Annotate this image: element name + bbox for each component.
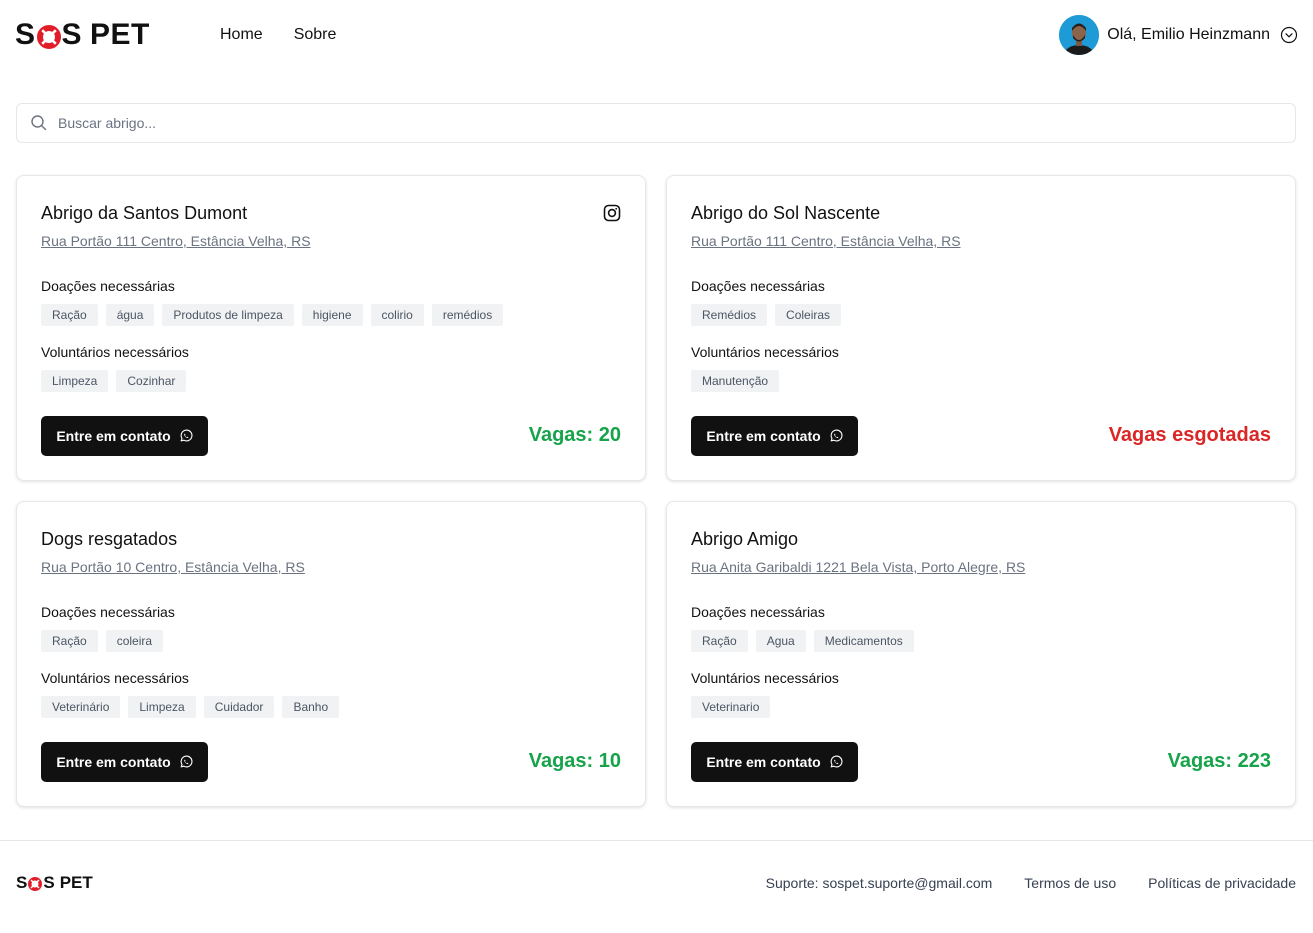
vagas-status: Vagas: 20: [528, 424, 621, 446]
volunteer-tag: Limpeza: [128, 696, 196, 718]
volunteer-tag: Veterinário: [41, 696, 121, 718]
main-nav: Home Sobre: [220, 25, 336, 45]
volunteer-tag: Cuidador: [203, 696, 275, 718]
donation-tag: remédios: [431, 304, 504, 326]
whatsapp-icon: [180, 429, 193, 442]
volunteer-tag: Manutenção: [691, 370, 780, 392]
donation-tag: água: [105, 304, 155, 326]
contact-button-label: Entre em contato: [706, 754, 821, 770]
logo-letter-s1: S: [16, 873, 28, 892]
volunteer-tag: Veterinario: [691, 696, 771, 718]
logo-letter-s1: S: [15, 18, 36, 51]
contact-button-label: Entre em contato: [56, 428, 171, 444]
footer-divider: [0, 840, 1313, 841]
volunteers-tags: Veterinário Limpeza Cuidador Banho: [41, 696, 340, 718]
footer-logo[interactable]: S S PET: [16, 873, 93, 893]
volunteer-tag: Banho: [282, 696, 340, 718]
donation-tag: coleira: [105, 630, 164, 652]
contact-button-label: Entre em contato: [56, 754, 171, 770]
donations-label: Doações necessárias: [41, 604, 175, 620]
shelter-name: Dogs resgatados: [41, 529, 178, 549]
donation-tag: Produtos de limpeza: [162, 304, 294, 326]
footer-privacy-link[interactable]: Políticas de privacidade: [1148, 875, 1296, 891]
vagas-status: Vagas: 223: [1167, 750, 1271, 772]
shelter-address[interactable]: Rua Portão 111 Centro, Estância Velha, R…: [41, 233, 311, 249]
lifebuoy-icon: [36, 23, 61, 49]
volunteer-tag: Limpeza: [41, 370, 109, 392]
vagas-status: Vagas: 10: [528, 750, 621, 772]
search-bar: [16, 103, 1296, 143]
vagas-status: Vagas esgotadas: [1108, 424, 1271, 446]
user-menu[interactable]: Olá, Emilio Heinzmann: [1059, 15, 1298, 55]
donation-tag: Ração: [691, 630, 748, 652]
shelter-address[interactable]: Rua Anita Garibaldi 1221 Bela Vista, Por…: [691, 559, 1025, 575]
contact-button[interactable]: Entre em contato: [41, 742, 208, 782]
header: S S PET Home Sobre Olá, Emilio Heinzmann: [0, 0, 1313, 70]
contact-button-label: Entre em contato: [706, 428, 821, 444]
shelter-name: Abrigo do Sol Nascente: [691, 203, 881, 223]
donation-tag: Ração: [41, 630, 98, 652]
footer-links: Suporte: sospet.suporte@gmail.com Termos…: [766, 875, 1296, 891]
logo-letter-s2: S: [43, 873, 55, 892]
donations-tags: Remédios Coleiras: [691, 304, 842, 326]
shelter-card: Abrigo do Sol Nascente Rua Portão 111 Ce…: [666, 175, 1296, 481]
logo-word: PET: [90, 18, 150, 51]
shelter-card: Abrigo da Santos Dumont Rua Portão 111 C…: [16, 175, 646, 481]
donation-tag: Agua: [755, 630, 806, 652]
donations-tags: Ração Agua Medicamentos: [691, 630, 914, 652]
footer-support-link[interactable]: Suporte: sospet.suporte@gmail.com: [766, 875, 993, 891]
lifebuoy-icon: [28, 876, 43, 891]
footer-terms-link[interactable]: Termos de uso: [1024, 875, 1116, 891]
donations-label: Doações necessárias: [691, 278, 825, 294]
shelter-card: Abrigo Amigo Rua Anita Garibaldi 1221 Be…: [666, 501, 1296, 807]
contact-button[interactable]: Entre em contato: [691, 742, 858, 782]
donations-label: Doações necessárias: [41, 278, 175, 294]
contact-button[interactable]: Entre em contato: [691, 416, 858, 456]
shelter-address[interactable]: Rua Portão 111 Centro, Estância Velha, R…: [691, 233, 961, 249]
volunteers-label: Voluntários necessários: [41, 670, 189, 686]
logo-letter-s2: S: [61, 18, 83, 51]
donation-tag: colirio: [370, 304, 424, 326]
volunteers-tags: Limpeza Cozinhar: [41, 370, 187, 392]
whatsapp-icon: [180, 755, 193, 768]
donations-tags: Ração coleira: [41, 630, 164, 652]
volunteers-tags: Veterinario: [691, 696, 771, 718]
search-input[interactable]: [58, 115, 1295, 131]
logo-word: PET: [59, 873, 93, 892]
search-icon: [31, 115, 47, 131]
donation-tag: Remédios: [691, 304, 768, 326]
donation-tag: Medicamentos: [813, 630, 914, 652]
donation-tag: higiene: [301, 304, 363, 326]
shelter-name: Abrigo da Santos Dumont: [41, 203, 248, 223]
shelter-card: Dogs resgatados Rua Portão 10 Centro, Es…: [16, 501, 646, 807]
instagram-icon[interactable]: [603, 204, 621, 222]
volunteers-label: Voluntários necessários: [691, 670, 839, 686]
contact-button[interactable]: Entre em contato: [41, 416, 208, 456]
volunteers-label: Voluntários necessários: [691, 344, 839, 360]
donations-label: Doações necessárias: [691, 604, 825, 620]
volunteers-tags: Manutenção: [691, 370, 780, 392]
volunteer-tag: Cozinhar: [116, 370, 187, 392]
donations-tags: Ração água Produtos de limpeza higiene c…: [41, 304, 504, 326]
donation-tag: Coleiras: [775, 304, 842, 326]
nav-home[interactable]: Home: [220, 25, 263, 45]
shelter-name: Abrigo Amigo: [691, 529, 799, 549]
shelter-address[interactable]: Rua Portão 10 Centro, Estância Velha, RS: [41, 559, 305, 575]
sos-pet-logo[interactable]: S S PET: [15, 18, 150, 52]
whatsapp-icon: [830, 429, 843, 442]
user-greeting: Olá, Emilio Heinzmann: [1107, 26, 1270, 43]
nav-about[interactable]: Sobre: [294, 25, 337, 45]
chevron-down-icon[interactable]: [1280, 26, 1298, 44]
donation-tag: Ração: [41, 304, 98, 326]
volunteers-label: Voluntários necessários: [41, 344, 189, 360]
whatsapp-icon: [830, 755, 843, 768]
avatar: [1059, 15, 1100, 55]
